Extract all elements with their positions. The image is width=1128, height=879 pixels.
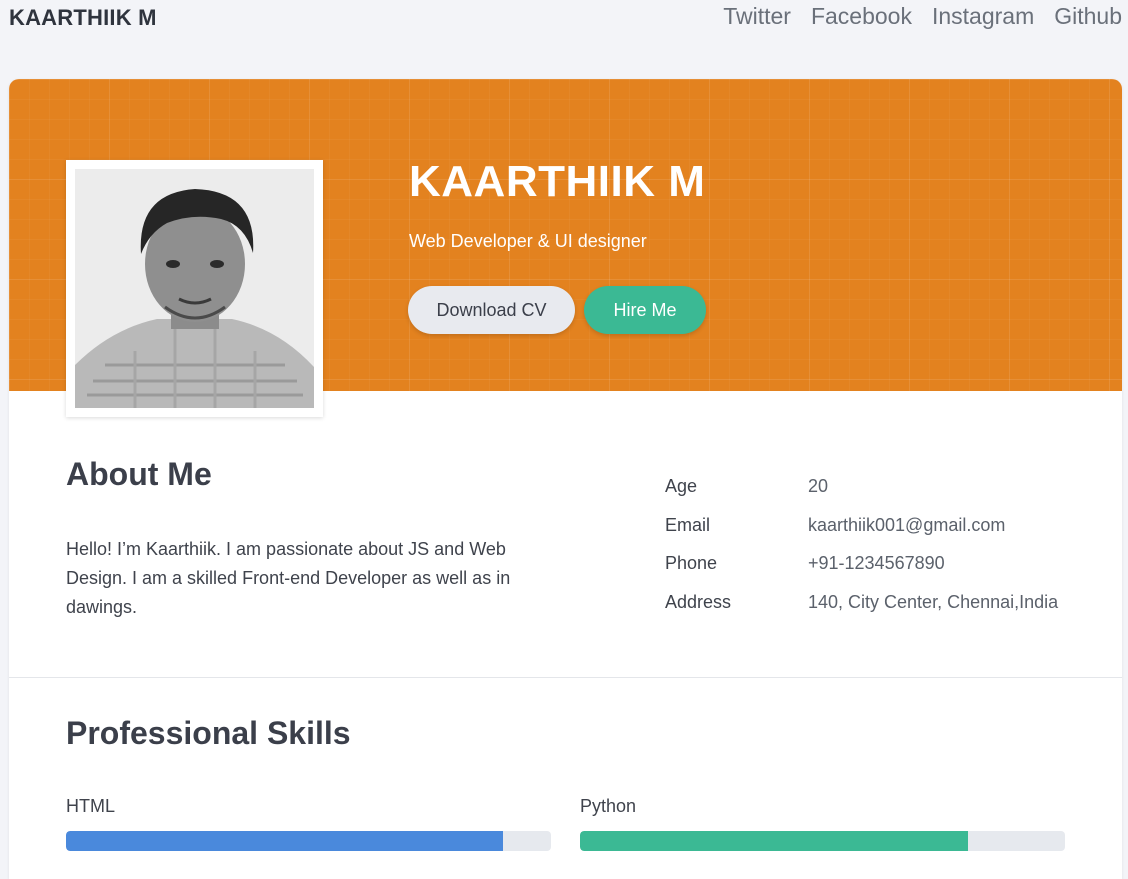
info-value: +91-1234567890 — [808, 553, 945, 573]
about-text: Hello! I’m Kaarthiik. I am passionate ab… — [66, 539, 511, 617]
nav-links: Twitter Facebook Instagram Github — [723, 3, 1122, 30]
skill-label-html: HTML — [66, 796, 115, 816]
info-value: kaarthiik001@gmail.com — [808, 514, 1006, 535]
hero-name: KAARTHIIK M — [409, 157, 706, 206]
skill-bar-html — [66, 831, 503, 851]
profile-photo-frame — [66, 160, 323, 417]
about-title: About Me — [66, 456, 212, 492]
info-key: Email — [665, 514, 711, 535]
nav-link-github[interactable]: Github — [1054, 3, 1122, 30]
section-divider — [9, 677, 1122, 678]
skill-label-python: Python — [580, 796, 637, 816]
download-cv-button[interactable]: Download CV — [408, 286, 575, 334]
info-key: Phone — [665, 553, 718, 573]
info-value: 20 — [808, 476, 829, 496]
nav-link-instagram[interactable]: Instagram — [932, 3, 1034, 30]
skills-title: Professional Skills — [66, 715, 351, 751]
profile-card: KAARTHIIK M Web Developer & UI designer … — [9, 79, 1122, 879]
skill-track-html — [66, 831, 551, 851]
info-key: Age — [665, 476, 698, 496]
profile-photo — [75, 169, 314, 408]
hero-role: Web Developer & UI designer — [409, 231, 647, 251]
skill-track-python — [580, 831, 1065, 851]
top-navbar: KAARTHIIK M Twitter Facebook Instagram G… — [0, 0, 1128, 36]
info-value: 140, City Center, Chennai,India — [808, 591, 1059, 612]
person-portrait-icon — [75, 169, 314, 408]
hire-me-button[interactable]: Hire Me — [584, 286, 706, 334]
nav-link-twitter[interactable]: Twitter — [723, 3, 791, 30]
site-brand[interactable]: KAARTHIIK M — [9, 5, 157, 31]
skill-bar-python — [580, 831, 968, 851]
info-key: Address — [665, 591, 732, 612]
nav-link-facebook[interactable]: Facebook — [811, 3, 912, 30]
